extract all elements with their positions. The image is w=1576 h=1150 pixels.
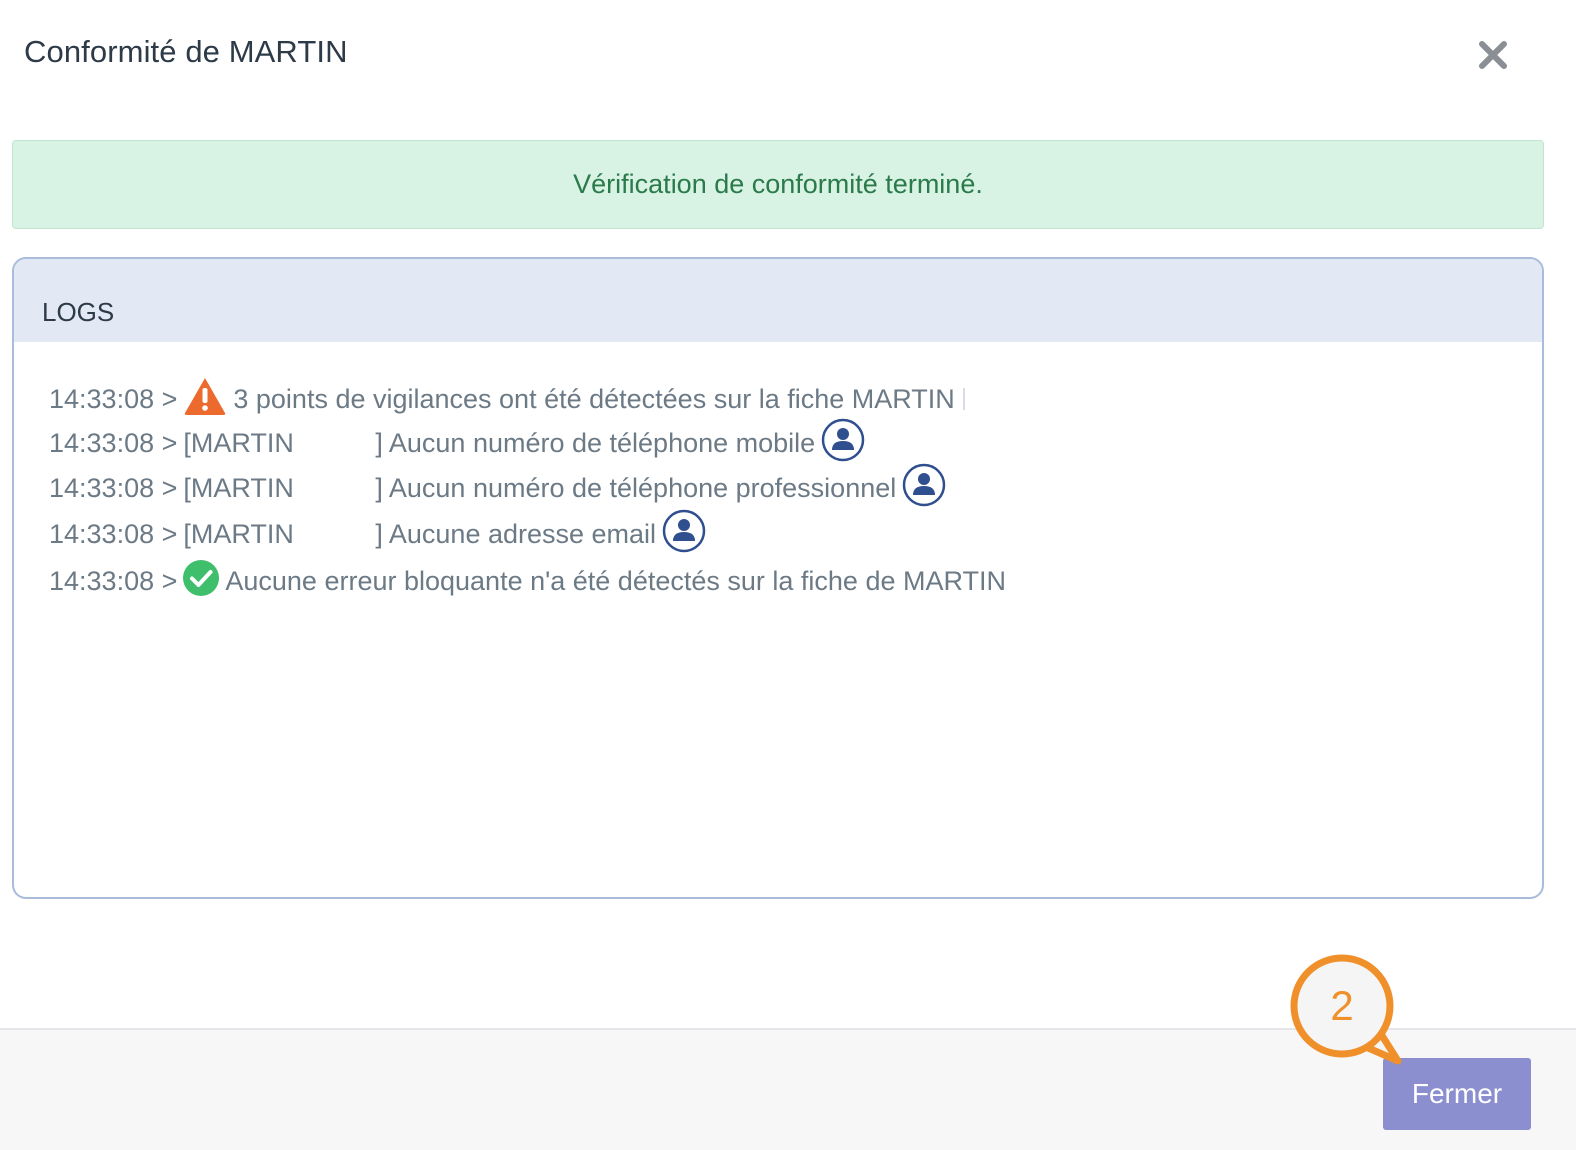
log-line: 14:33:08 > [MARTIN ] Aucune adresse emai… bbox=[49, 509, 712, 554]
log-time: 14:33:08 > bbox=[49, 565, 178, 596]
user-icon[interactable] bbox=[662, 509, 706, 560]
log-person-name: [MARTIN bbox=[183, 472, 294, 503]
success-alert-message: Vérification de conformité terminé. bbox=[573, 169, 983, 199]
user-icon[interactable] bbox=[821, 418, 865, 469]
log-text: 3 points de vigilances ont été détectées… bbox=[233, 383, 955, 414]
logs-title: LOGS bbox=[42, 297, 115, 327]
close-icon[interactable] bbox=[1476, 38, 1510, 72]
user-icon[interactable] bbox=[902, 463, 946, 514]
log-time: 14:33:08 > bbox=[49, 472, 178, 503]
log-line: 14:33:08 > [MARTIN ] Aucun numéro de tél… bbox=[49, 418, 871, 463]
log-text: ] Aucun numéro de téléphone professionne… bbox=[375, 472, 897, 503]
modal-title: Conformité de MARTIN bbox=[24, 34, 348, 69]
log-time: 14:33:08 > bbox=[49, 427, 178, 458]
warning-icon bbox=[183, 376, 227, 423]
log-line: 14:33:08 > 3 points de vigilances ont ét… bbox=[49, 377, 965, 419]
text-cursor bbox=[962, 388, 965, 410]
log-text: ] Aucun numéro de téléphone mobile bbox=[375, 427, 816, 458]
compliance-modal: Conformité de MARTIN Vérification de con… bbox=[0, 0, 1576, 1150]
logs-panel: LOGS 14:33:08 > 3 points de vigilances o… bbox=[12, 257, 1544, 899]
log-text: Aucune erreur bloquante n'a été détectés… bbox=[225, 565, 1006, 596]
modal-header: Conformité de MARTIN bbox=[0, 0, 1576, 110]
step-number: 2 bbox=[1330, 982, 1354, 1029]
log-person-name: [MARTIN bbox=[183, 427, 294, 458]
log-line: 14:33:08 > Aucune erreur bloquante n'a é… bbox=[49, 559, 1006, 603]
log-line: 14:33:08 > [MARTIN ] Aucun numéro de tél… bbox=[49, 463, 952, 508]
success-alert: Vérification de conformité terminé. bbox=[12, 140, 1544, 229]
log-time: 14:33:08 > bbox=[49, 383, 178, 414]
check-circle-icon bbox=[183, 559, 220, 603]
log-time: 14:33:08 > bbox=[49, 518, 178, 549]
logs-header: LOGS bbox=[14, 259, 1542, 342]
log-person-name: [MARTIN bbox=[183, 518, 294, 549]
log-text: ] Aucune adresse email bbox=[375, 518, 657, 549]
